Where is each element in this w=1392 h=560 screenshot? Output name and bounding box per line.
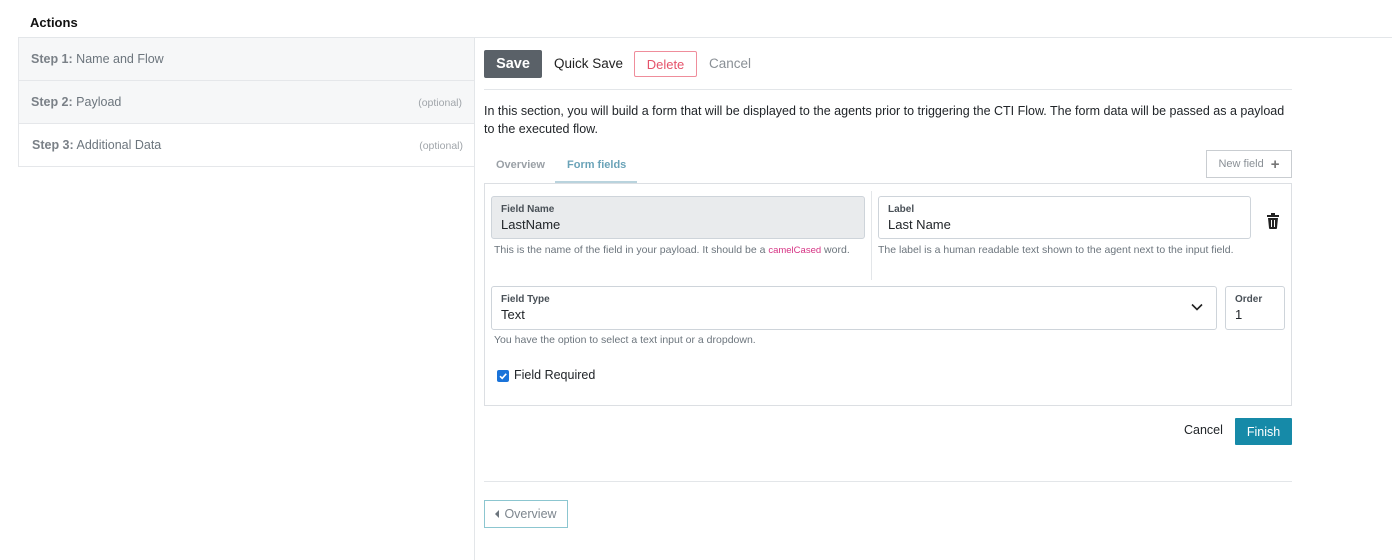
field-type-value: Text: [501, 307, 525, 322]
new-field-label: New field: [1218, 158, 1264, 170]
column-divider: [474, 38, 475, 560]
optional-tag: (optional): [418, 97, 462, 109]
label-field-label: Label: [888, 204, 915, 215]
step-additional-data[interactable]: Step 3: Additional Data (optional): [18, 124, 474, 167]
overview-back-label: Overview: [504, 507, 557, 521]
field-type-select[interactable]: Field Type Text: [491, 286, 1217, 330]
field-type-help: You have the option to select a text inp…: [494, 334, 756, 346]
trash-icon[interactable]: [1266, 213, 1280, 229]
step-label: Name and Flow: [76, 52, 164, 66]
cancel-button[interactable]: Cancel: [709, 56, 751, 71]
label-help: The label is a human readable text shown…: [878, 244, 1234, 256]
steps-sidebar: Step 1: Name and Flow Step 2: Payload (o…: [18, 38, 474, 167]
page-title: Actions: [30, 15, 78, 30]
order-value: 1: [1235, 307, 1243, 322]
order-label: Order: [1235, 294, 1263, 305]
step-number: Step 3:: [32, 138, 74, 152]
optional-tag: (optional): [419, 140, 463, 152]
footer-divider: [484, 481, 1292, 482]
caret-left-icon: [495, 510, 500, 518]
tab-overview[interactable]: Overview: [496, 159, 545, 171]
step-label: Payload: [76, 95, 122, 109]
label-input[interactable]: Label Last Name: [878, 196, 1251, 239]
field-required-checkbox[interactable]: [497, 370, 509, 382]
plus-icon: +: [1270, 155, 1280, 173]
field-type-label: Field Type: [501, 294, 550, 305]
tab-form-fields[interactable]: Form fields: [567, 159, 626, 171]
field-name-input[interactable]: Field Name LastName: [491, 196, 865, 239]
order-input[interactable]: Order 1: [1225, 286, 1285, 330]
step-label: Additional Data: [76, 138, 162, 152]
new-field-button[interactable]: New field +: [1206, 150, 1292, 178]
quick-save-button[interactable]: Quick Save: [554, 56, 623, 71]
field-name-help: This is the name of the field in your pa…: [494, 244, 850, 256]
toolbar-divider: [484, 89, 1292, 90]
delete-button[interactable]: Delete: [634, 51, 697, 77]
overview-back-button[interactable]: Overview: [484, 500, 568, 528]
chevron-down-icon: [1191, 303, 1203, 311]
check-icon: [499, 373, 507, 380]
finish-button[interactable]: Finish: [1235, 418, 1292, 445]
field-name-value: LastName: [501, 217, 561, 232]
form-cancel-button[interactable]: Cancel: [1184, 423, 1223, 437]
field-separator: [871, 191, 872, 280]
section-description: In this section, you will build a form t…: [484, 104, 1285, 136]
step-name-and-flow[interactable]: Step 1: Name and Flow: [18, 38, 474, 81]
label-field-value: Last Name: [888, 217, 951, 232]
step-number: Step 2:: [31, 95, 73, 109]
save-button[interactable]: Save: [484, 50, 542, 78]
step-number: Step 1:: [31, 52, 73, 66]
step-payload[interactable]: Step 2: Payload (optional): [18, 81, 474, 124]
camelcased-code: camelCased: [768, 245, 822, 256]
field-required-label[interactable]: Field Required: [514, 368, 595, 382]
field-name-label: Field Name: [501, 204, 555, 215]
